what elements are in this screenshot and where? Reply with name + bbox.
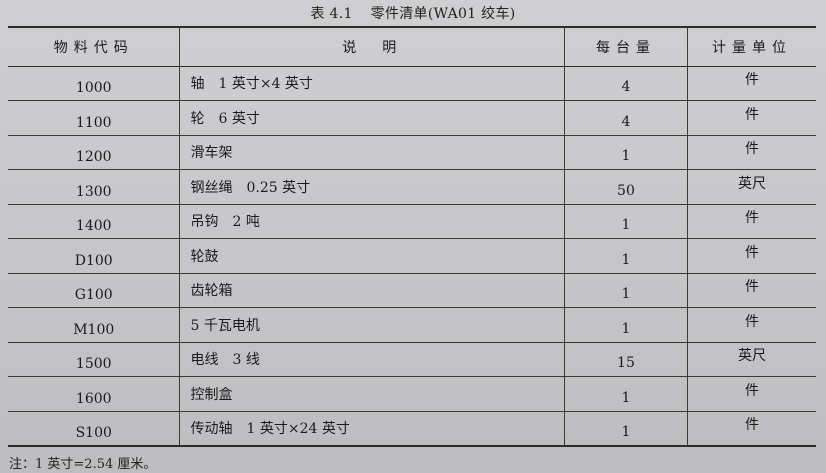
cell-unit: 件 [687,238,816,273]
cell-description: 轮鼓 [179,238,565,273]
cell-unit: 件 [687,100,816,135]
cell-code: 1000 [75,80,112,97]
footnote: 注：1 英寸=2.54 厘米。 [9,457,157,472]
document-page: 表 4.1 零件清单(WA01 绞车) 物料代码 说 明 每台量 计量单位 100… [0,0,826,473]
unit-text: 件 [745,279,759,296]
cell-description: 轮 6 英寸 [179,100,565,135]
table-row: S100 传动轴 1 英寸×24 英寸 1 件 [8,411,816,446]
cell-quantity: 4 [563,100,688,135]
unit-text: 件 [745,72,759,89]
table-row: G100 齿轮箱 1 件 [8,273,816,308]
table-row: 1600 控制盒 1 件 [8,376,816,411]
cell-unit: 件 [687,411,816,446]
table-title: 零件清单(WA01 绞车) [370,6,516,22]
cell-code: 1300 [75,183,112,200]
cell-description: 传动轴 1 英寸×24 英寸 [179,411,565,446]
cell-quantity: 1 [563,273,688,308]
cell-description: 电线 3 线 [179,342,565,377]
unit-text: 英尺 [738,175,766,192]
cell-unit: 件 [687,307,816,342]
cell-code: 1100 [75,114,112,131]
header-description: 说 明 [179,27,565,66]
cell-unit: 件 [687,135,816,170]
table-row: 1500 电线 3 线 15 英尺 [8,342,816,377]
unit-text: 件 [745,244,759,261]
unit-text: 件 [745,210,759,227]
cell-quantity: 1 [563,307,688,342]
cell-unit: 件 [687,66,816,101]
table-row: 1100 轮 6 英寸 4 件 [8,100,816,135]
unit-text: 件 [745,313,759,330]
parts-list-table: 物料代码 说 明 每台量 计量单位 1000 轴 1 英寸×4 英寸 4 件 1100 轮… [8,26,816,447]
cell-unit: 件 [687,273,816,308]
unit-text: 件 [745,141,759,158]
unit-text: 英尺 [738,348,766,365]
cell-description: 滑车架 [179,135,565,170]
cell-code: 1500 [75,356,112,373]
table-row: 1300 钢丝绳 0.25 英寸 50 英尺 [8,169,816,204]
cell-code: G100 [74,287,113,304]
table-row: 1400 吊钩 2 吨1 件 [8,204,816,239]
cell-description: 5 千瓦电机 [179,307,565,342]
table-row: D100 轮鼓 1 件 [8,238,816,273]
cell-quantity: 1 [563,135,688,170]
cell-code: 1400 [75,218,112,235]
header-quantity: 每台量 [563,27,688,66]
cell-code: D100 [74,252,113,269]
cell-code: M100 [73,321,115,338]
table-number: 表 4.1 [310,6,353,22]
table-header-row: 物料代码 说 明 每台量 计量单位 [8,27,816,66]
cell-quantity: 1 [563,411,688,446]
cell-quantity: 1 [563,204,688,239]
cell-quantity: 50 [563,169,688,204]
cell-description: 轴 1 英寸×4 英寸 [179,66,565,101]
header-code: 物料代码 [53,39,134,56]
table-row: 1200 滑车架 1 件 [8,135,816,170]
cell-quantity: 1 [563,238,688,273]
cell-unit: 英尺 [687,169,816,204]
cell-description: 控制盒 [179,376,565,411]
header-unit: 计量单位 [687,27,816,66]
table-caption: 表 4.1 零件清单(WA01 绞车) [0,3,826,23]
table-body: 1000 轴 1 英寸×4 英寸 4 件 1100 轮 6 英寸 4 件 1200 滑车架 1 件 13… [8,66,816,446]
table-row: M100 5 千瓦电机 1 件 [8,307,816,342]
cell-code: 1200 [75,149,112,166]
cell-unit: 件 [687,204,816,239]
cell-unit: 英尺 [687,342,816,377]
cell-description: 齿轮箱 [179,273,565,308]
cell-description: 钢丝绳 0.25 英寸 [179,169,565,204]
cell-quantity: 15 [563,342,688,377]
unit-text: 件 [745,417,759,433]
unit-text: 件 [745,382,759,399]
cell-quantity: 4 [563,66,688,101]
table-row: 1000 轴 1 英寸×4 英寸 4 件 [8,66,816,101]
cell-code: 1600 [75,390,112,407]
cell-quantity: 1 [563,376,688,411]
cell-code: S100 [75,425,112,441]
cell-unit: 件 [687,376,816,411]
unit-text: 件 [745,106,759,123]
cell-description: 吊钩 2 吨 [179,204,565,239]
